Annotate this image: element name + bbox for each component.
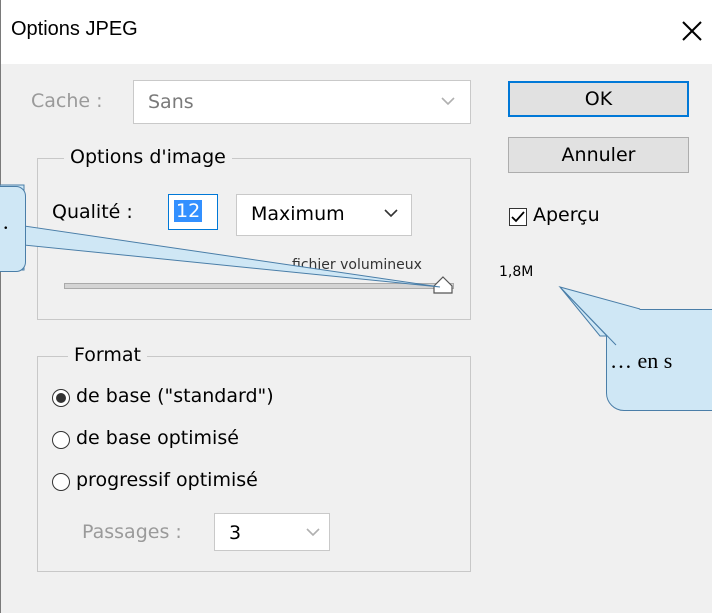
- radio-baseline-optimized[interactable]: [52, 431, 70, 449]
- cache-label: Cache :: [31, 90, 103, 112]
- preview-checkbox[interactable]: [509, 208, 527, 226]
- format-title: Format: [68, 344, 147, 366]
- callout-left: .: [0, 186, 26, 272]
- format-option-progressive-optimized: progressif optimisé: [76, 469, 258, 491]
- preview-label: Aperçu: [533, 204, 600, 226]
- radio-baseline-standard[interactable]: [52, 389, 70, 407]
- slider-right-label: fichier volumineux: [292, 257, 422, 273]
- image-options-title: Options d'image: [64, 146, 232, 168]
- callout-right-text: … en s: [610, 348, 673, 373]
- quality-label: Qualité :: [52, 201, 133, 223]
- quality-input[interactable]: 12: [168, 194, 218, 230]
- title-bar[interactable]: Options JPEG: [1, 0, 712, 64]
- quality-slider-track[interactable]: [64, 283, 454, 289]
- chevron-down-icon: [306, 528, 320, 537]
- quality-input-value: 12: [174, 200, 203, 222]
- passes-value: 3: [229, 522, 242, 544]
- callout-left-text: .: [3, 209, 9, 234]
- chevron-down-icon: [441, 97, 455, 106]
- format-option-baseline-standard: de base ("standard"): [76, 385, 274, 407]
- format-group: Format de base ("standard") de base opti…: [37, 344, 471, 572]
- file-size-readout: 1,8M: [499, 264, 534, 280]
- image-options-group: Options d'image Qualité : 12 Maximum fic…: [37, 146, 471, 320]
- quality-slider-thumb[interactable]: [433, 276, 453, 294]
- chevron-down-icon: [384, 209, 398, 218]
- format-option-baseline-optimized: de base optimisé: [76, 427, 239, 449]
- radio-progressive-optimized[interactable]: [52, 473, 70, 491]
- cache-select: Sans: [133, 80, 471, 124]
- jpeg-options-dialog: Options JPEG Cache : Sans Options d'imag…: [0, 0, 712, 613]
- quality-preset-value: Maximum: [251, 203, 345, 225]
- checkmark-icon: [511, 211, 525, 223]
- cache-select-value: Sans: [148, 91, 194, 113]
- passes-select: 3: [214, 513, 330, 551]
- dialog-title: Options JPEG: [11, 18, 138, 40]
- close-icon[interactable]: [677, 16, 707, 46]
- quality-preset-select[interactable]: Maximum: [236, 194, 412, 236]
- cancel-button[interactable]: Annuler: [508, 137, 689, 173]
- passes-label: Passages :: [82, 521, 182, 543]
- ok-button[interactable]: OK: [508, 81, 689, 117]
